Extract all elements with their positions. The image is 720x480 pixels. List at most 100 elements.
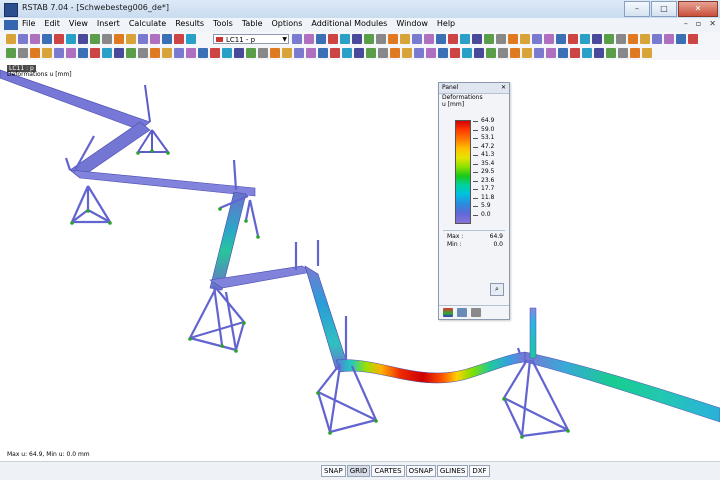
toolbar-icon[interactable] [570, 48, 580, 58]
toolbar-icon[interactable] [460, 34, 470, 44]
toolbar-icon[interactable] [42, 48, 52, 58]
toolbar-icon[interactable] [330, 48, 340, 58]
toolbar-icon[interactable] [126, 48, 136, 58]
toolbar-icon[interactable] [78, 48, 88, 58]
color-scale-bar[interactable] [455, 120, 471, 224]
toolbar-icon[interactable] [520, 34, 530, 44]
toolbar-icon[interactable] [18, 48, 28, 58]
menu-additional-modules[interactable]: Additional Modules [311, 19, 387, 28]
toolbar-icon[interactable] [354, 48, 364, 58]
minimize-button[interactable]: – [624, 1, 650, 17]
close-button[interactable]: ✕ [678, 1, 718, 17]
snap-toggle[interactable]: SNAP [321, 465, 346, 477]
toolbar-icon[interactable] [174, 34, 184, 44]
toolbar-icon[interactable] [534, 48, 544, 58]
toolbar-icon[interactable] [6, 34, 16, 44]
toolbar-icon[interactable] [400, 34, 410, 44]
mdi-close-button[interactable]: ✕ [709, 19, 716, 28]
toolbar-icon[interactable] [30, 48, 40, 58]
toolbar-icon[interactable] [580, 34, 590, 44]
factor-tab-icon[interactable] [457, 308, 467, 317]
toolbar-icon[interactable] [198, 48, 208, 58]
toolbar-icon[interactable] [510, 48, 520, 58]
toolbar-icon[interactable] [174, 48, 184, 58]
toolbar-icon[interactable] [138, 34, 148, 44]
toolbar-icon[interactable] [532, 34, 542, 44]
toolbar-icon[interactable] [114, 48, 124, 58]
toolbar-icon[interactable] [150, 34, 160, 44]
toolbar-icon[interactable] [450, 48, 460, 58]
maximize-button[interactable]: □ [651, 1, 677, 17]
toolbar-icon[interactable] [436, 34, 446, 44]
mdi-minimize-button[interactable]: – [684, 19, 688, 28]
toolbar-icon[interactable] [402, 48, 412, 58]
toolbar-icon[interactable] [162, 48, 172, 58]
toolbar-icon[interactable] [448, 34, 458, 44]
structure-model-graphic[interactable] [0, 60, 720, 461]
toolbar-icon[interactable] [606, 48, 616, 58]
toolbar-icon[interactable] [462, 48, 472, 58]
dxf-toggle[interactable]: DXF [469, 465, 490, 477]
toolbar-icon[interactable] [162, 34, 172, 44]
toolbar-icon[interactable] [366, 48, 376, 58]
menu-table[interactable]: Table [242, 19, 263, 28]
menu-help[interactable]: Help [437, 19, 455, 28]
toolbar-icon[interactable] [472, 34, 482, 44]
toolbar-icon[interactable] [544, 34, 554, 44]
toolbar-icon[interactable] [342, 48, 352, 58]
color-scale-tab-icon[interactable] [443, 308, 453, 317]
menu-file[interactable]: File [22, 19, 35, 28]
toolbar-icon[interactable] [270, 48, 280, 58]
toolbar-icon[interactable] [426, 48, 436, 58]
toolbar-icon[interactable] [222, 48, 232, 58]
toolbar-icon[interactable] [474, 48, 484, 58]
glines-toggle[interactable]: GLINES [436, 465, 469, 477]
toolbar-icon[interactable] [616, 34, 626, 44]
toolbar-icon[interactable] [640, 34, 650, 44]
toolbar-icon[interactable] [438, 48, 448, 58]
toolbar-icon[interactable] [292, 34, 302, 44]
menu-window[interactable]: Window [396, 19, 428, 28]
toolbar-icon[interactable] [376, 34, 386, 44]
toolbar-icon[interactable] [54, 34, 64, 44]
toolbar-icon[interactable] [328, 34, 338, 44]
panel-title-bar[interactable]: Panel ✕ [439, 83, 509, 94]
toolbar-icon[interactable] [138, 48, 148, 58]
document-icon[interactable] [4, 20, 18, 30]
toolbar-icon[interactable] [294, 48, 304, 58]
toolbar-icon[interactable] [688, 34, 698, 44]
toolbar-icon[interactable] [652, 34, 662, 44]
toolbar-icon[interactable] [568, 34, 578, 44]
toolbar-icon[interactable] [316, 34, 326, 44]
toolbar-icon[interactable] [582, 48, 592, 58]
toolbar-icon[interactable] [186, 34, 196, 44]
menu-tools[interactable]: Tools [213, 19, 233, 28]
toolbar-icon[interactable] [628, 34, 638, 44]
menu-edit[interactable]: Edit [44, 19, 60, 28]
toolbar-icon[interactable] [6, 48, 16, 58]
toolbar-icon[interactable] [522, 48, 532, 58]
toolbar-icon[interactable] [18, 34, 28, 44]
toolbar-icon[interactable] [102, 34, 112, 44]
menu-insert[interactable]: Insert [97, 19, 120, 28]
toolbar-icon[interactable] [364, 34, 374, 44]
filter-tab-icon[interactable] [471, 308, 481, 317]
cartes-toggle[interactable]: CARTES [371, 465, 405, 477]
toolbar-icon[interactable] [594, 48, 604, 58]
toolbar-icon[interactable] [234, 48, 244, 58]
toolbar-icon[interactable] [496, 34, 506, 44]
toolbar-icon[interactable] [664, 34, 674, 44]
menu-calculate[interactable]: Calculate [129, 19, 166, 28]
toolbar-icon[interactable] [246, 48, 256, 58]
toolbar-icon[interactable] [508, 34, 518, 44]
toolbar-icon[interactable] [150, 48, 160, 58]
toolbar-icon[interactable] [676, 34, 686, 44]
toolbar-icon[interactable] [282, 48, 292, 58]
toolbar-icon[interactable] [66, 48, 76, 58]
magnifier-icon[interactable]: ⌕ [490, 283, 504, 296]
toolbar-icon[interactable] [90, 48, 100, 58]
grid-toggle[interactable]: GRID [346, 465, 371, 477]
toolbar-icon[interactable] [414, 48, 424, 58]
menu-options[interactable]: Options [272, 19, 303, 28]
toolbar-icon[interactable] [486, 48, 496, 58]
